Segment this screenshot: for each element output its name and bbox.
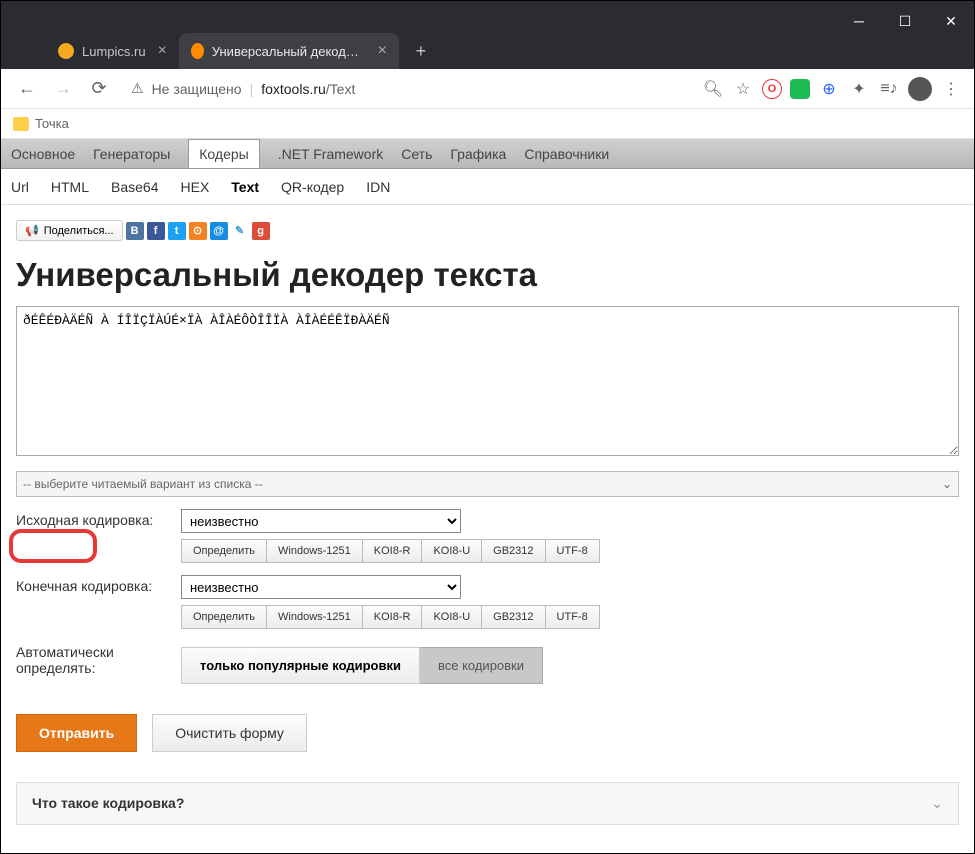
tab-title: Lumpics.ru: [82, 44, 146, 59]
bookmark-item[interactable]: Точка: [35, 116, 69, 131]
extension-icon[interactable]: O: [762, 79, 782, 99]
toggle-popular[interactable]: только популярные кодировки: [181, 647, 420, 684]
browser-titlebar: Lumpics.ru × Универсальный декодер текст…: [1, 1, 974, 69]
toggle-all[interactable]: все кодировки: [420, 647, 543, 684]
nav-item[interactable]: Сеть: [401, 146, 432, 162]
reload-button[interactable]: ⟳: [85, 75, 113, 103]
google-icon[interactable]: g: [252, 222, 270, 240]
url-field[interactable]: ⚠ Не защищено | foxtools.ru/Text: [121, 80, 694, 97]
page-title: Универсальный декодер текста: [16, 256, 959, 294]
back-button[interactable]: ←: [13, 75, 41, 103]
encoding-button[interactable]: Windows-1251: [267, 539, 363, 563]
forward-button[interactable]: →: [49, 75, 77, 103]
chevron-down-icon: ⌄: [931, 795, 943, 812]
auto-detect-label: Автоматически определять:: [16, 641, 181, 676]
subnav-item[interactable]: IDN: [366, 179, 390, 195]
livejournal-icon[interactable]: ✎: [231, 222, 249, 240]
nav-item-active[interactable]: Кодеры: [188, 139, 259, 168]
accordion-title: Что такое кодировка?: [32, 795, 184, 812]
close-icon[interactable]: ×: [378, 42, 387, 60]
close-icon[interactable]: ×: [158, 42, 167, 60]
encoding-button[interactable]: GB2312: [482, 605, 545, 629]
subnav-item[interactable]: HEX: [181, 179, 210, 195]
search-icon[interactable]: 🔍︎: [702, 78, 724, 100]
address-bar: ← → ⟳ ⚠ Не защищено | foxtools.ru/Text 🔍…: [1, 69, 974, 109]
mailru-icon[interactable]: @: [210, 222, 228, 240]
warning-icon: ⚠: [131, 80, 144, 97]
encoding-button[interactable]: GB2312: [482, 539, 545, 563]
source-encoding-label: Исходная кодировка:: [16, 509, 181, 528]
sub-nav: Url HTML Base64 HEX Text QR-кодер IDN: [1, 169, 974, 205]
encoding-button[interactable]: UTF-8: [546, 539, 600, 563]
target-encoding-label: Конечная кодировка:: [16, 575, 181, 594]
avatar[interactable]: [908, 77, 932, 101]
share-row: 📢Поделиться... B f t ⊙ @ ✎ g: [16, 220, 959, 241]
detect-button[interactable]: Определить: [181, 605, 267, 629]
security-label: Не защищено: [152, 81, 242, 97]
url-host: foxtools.ru: [261, 81, 326, 97]
url-path: /Text: [326, 81, 356, 97]
minimize-button[interactable]: ─: [836, 1, 882, 41]
browser-tab-inactive[interactable]: Lumpics.ru ×: [46, 33, 179, 69]
accordion-header[interactable]: Что такое кодировка? ⌄: [16, 782, 959, 825]
vk-icon[interactable]: B: [126, 222, 144, 240]
clear-button[interactable]: Очистить форму: [152, 714, 307, 752]
dropdown-placeholder: -- выберите читаемый вариант из списка -…: [23, 477, 263, 491]
encoding-button[interactable]: KOI8-U: [422, 539, 482, 563]
highlight-annotation: [9, 529, 97, 563]
encoding-button[interactable]: KOI8-U: [422, 605, 482, 629]
browser-tab-active[interactable]: Универсальный декодер текста ×: [179, 33, 399, 69]
favicon-icon: [58, 43, 74, 59]
extension-icon[interactable]: [790, 79, 810, 99]
share-button[interactable]: 📢Поделиться...: [16, 220, 123, 241]
nav-item[interactable]: Основное: [11, 146, 75, 162]
detect-button[interactable]: Определить: [181, 539, 267, 563]
twitter-icon[interactable]: t: [168, 222, 186, 240]
maximize-button[interactable]: ☐: [882, 1, 928, 41]
facebook-icon[interactable]: f: [147, 222, 165, 240]
encoding-button[interactable]: UTF-8: [546, 605, 600, 629]
menu-icon[interactable]: ⋮: [940, 78, 962, 100]
favicon-icon: [191, 43, 204, 59]
close-window-button[interactable]: ✕: [928, 1, 974, 41]
folder-icon: [13, 117, 29, 131]
nav-item[interactable]: Генераторы: [93, 146, 170, 162]
playlist-icon[interactable]: ≡♪: [878, 78, 900, 100]
encoding-button[interactable]: Windows-1251: [267, 605, 363, 629]
nav-item[interactable]: .NET Framework: [278, 146, 384, 162]
subnav-item[interactable]: QR-кодер: [281, 179, 344, 195]
new-tab-button[interactable]: +: [407, 37, 435, 65]
bookmarks-bar: Точка: [1, 109, 974, 139]
globe-icon[interactable]: ⊕: [818, 78, 840, 100]
odnoklassniki-icon[interactable]: ⊙: [189, 222, 207, 240]
nav-item[interactable]: Справочники: [524, 146, 609, 162]
subnav-item-active[interactable]: Text: [231, 179, 259, 195]
tab-title: Универсальный декодер текста: [212, 44, 366, 59]
encoding-button[interactable]: KOI8-R: [363, 539, 423, 563]
target-encoding-select[interactable]: неизвестно: [181, 575, 461, 599]
chevron-down-icon: ⌄: [942, 477, 952, 491]
source-encoding-select[interactable]: неизвестно: [181, 509, 461, 533]
main-nav: Основное Генераторы Кодеры .NET Framewor…: [1, 139, 974, 169]
submit-button[interactable]: Отправить: [16, 714, 137, 752]
subnav-item[interactable]: Base64: [111, 179, 158, 195]
variant-dropdown[interactable]: -- выберите читаемый вариант из списка -…: [16, 471, 959, 497]
input-text-area[interactable]: ðÉÊÉÐÀÄÉÑ À ÍÎÏÇÏÀÚÉ×ÏÀ ÀÎÀÉÔÒÎÎÏÀ ÀÎÀÉÉ…: [16, 306, 959, 456]
page-content: Основное Генераторы Кодеры .NET Framewor…: [1, 139, 974, 853]
encoding-button[interactable]: KOI8-R: [363, 605, 423, 629]
subnav-item[interactable]: Url: [11, 179, 29, 195]
star-icon[interactable]: ☆: [732, 78, 754, 100]
subnav-item[interactable]: HTML: [51, 179, 89, 195]
extensions-icon[interactable]: ✦: [848, 78, 870, 100]
nav-item[interactable]: Графика: [450, 146, 506, 162]
